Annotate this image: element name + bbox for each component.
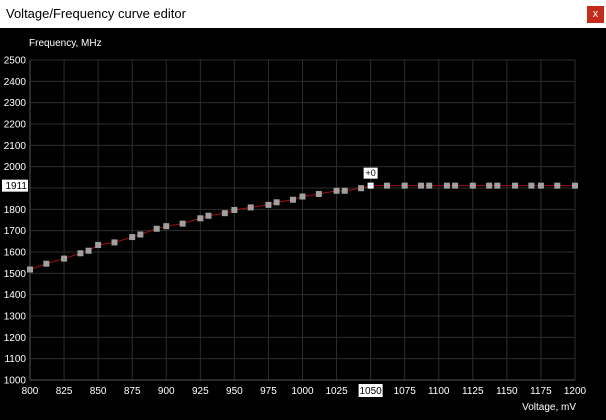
vf-curve-chart[interactable]: 1000110012001300140015001600170018001900… [0,28,606,420]
y-tick-label: 2000 [4,162,27,173]
y-tick-label: 2300 [4,98,27,109]
chart-area: 1000110012001300140015001600170018001900… [0,28,606,420]
y-tick-label: 2500 [4,56,27,67]
y-tick-label: 1100 [4,354,26,365]
y-tick-label: 1800 [4,205,27,216]
curve-point [289,196,296,203]
curve-point [418,182,425,189]
x-axis-label: Voltage, mV [522,402,576,413]
curve-point [27,266,33,273]
x-tick-label: 1025 [325,386,348,397]
curve-point [572,182,578,189]
y-tick-label: 1200 [4,333,27,344]
curve-point [469,182,476,189]
curve-point [61,255,68,262]
curve-point [401,182,408,189]
curve-point [129,234,136,241]
curve-point [273,199,280,206]
x-tick-label: 950 [226,386,243,397]
x-tick-label: 1150 [496,386,518,397]
curve-point [153,225,160,232]
y-tick-label: 1500 [4,269,27,280]
curve-point [333,187,340,194]
offset-label: +0 [365,168,375,178]
x-tick-label: 1125 [462,386,484,397]
y-tick-label: 1300 [4,312,27,323]
curve-point [315,190,322,197]
curve-point [137,231,144,238]
close-button[interactable]: x [587,6,604,23]
curve-point [358,185,365,192]
curve-point [554,182,561,189]
curve-point [452,182,459,189]
y-tick-label: 1700 [4,226,27,237]
curve-point [163,223,170,230]
curve-point [77,250,84,257]
curve-point [43,260,50,267]
y-tick-label: 1400 [4,290,27,301]
curve-point [299,193,306,200]
curve-point [197,215,204,222]
y-tick-label: 2100 [4,141,27,152]
curve-point [221,210,228,217]
selected-frequency-label: 1911 [5,181,27,192]
x-tick-label: 1175 [530,386,552,397]
x-tick-label: 875 [124,386,141,397]
x-tick-label: 1200 [564,386,587,397]
y-axis-label: Frequency, MHz [29,38,102,49]
curve-point [443,182,450,189]
y-tick-label: 2200 [4,120,27,131]
curve-point [205,212,212,219]
curve-point [265,201,272,208]
y-tick-label: 1000 [4,376,27,387]
x-tick-label: 1100 [428,386,450,397]
curve-point [537,182,544,189]
x-tick-label: 825 [56,386,73,397]
curve-point [486,182,493,189]
curve-point [85,247,92,254]
window-title: Voltage/Frequency curve editor [6,6,186,21]
curve-point [231,206,238,213]
curve-point [383,182,390,189]
x-tick-label: 975 [260,386,277,397]
y-tick-label: 2400 [4,77,27,88]
selected-voltage-label: 1050 [360,386,383,397]
selected-curve-point [367,182,374,189]
curve-point [528,182,535,189]
x-tick-label: 850 [90,386,107,397]
curve-point [111,239,118,246]
x-tick-label: 800 [22,386,39,397]
curve-point [494,182,501,189]
curve-point [247,204,254,211]
curve-point [341,187,348,194]
x-tick-label: 925 [192,386,209,397]
curve-point [95,241,102,248]
curve-point [512,182,519,189]
x-tick-label: 900 [158,386,175,397]
title-bar[interactable]: Voltage/Frequency curve editor x [0,0,606,28]
x-tick-label: 1075 [394,386,417,397]
curve-point [179,220,186,227]
curve-point [426,182,433,189]
x-tick-label: 1000 [291,386,314,397]
vf-curve-editor-window: Voltage/Frequency curve editor x 1000 110… [0,0,606,420]
y-tick-label: 1600 [4,248,27,259]
